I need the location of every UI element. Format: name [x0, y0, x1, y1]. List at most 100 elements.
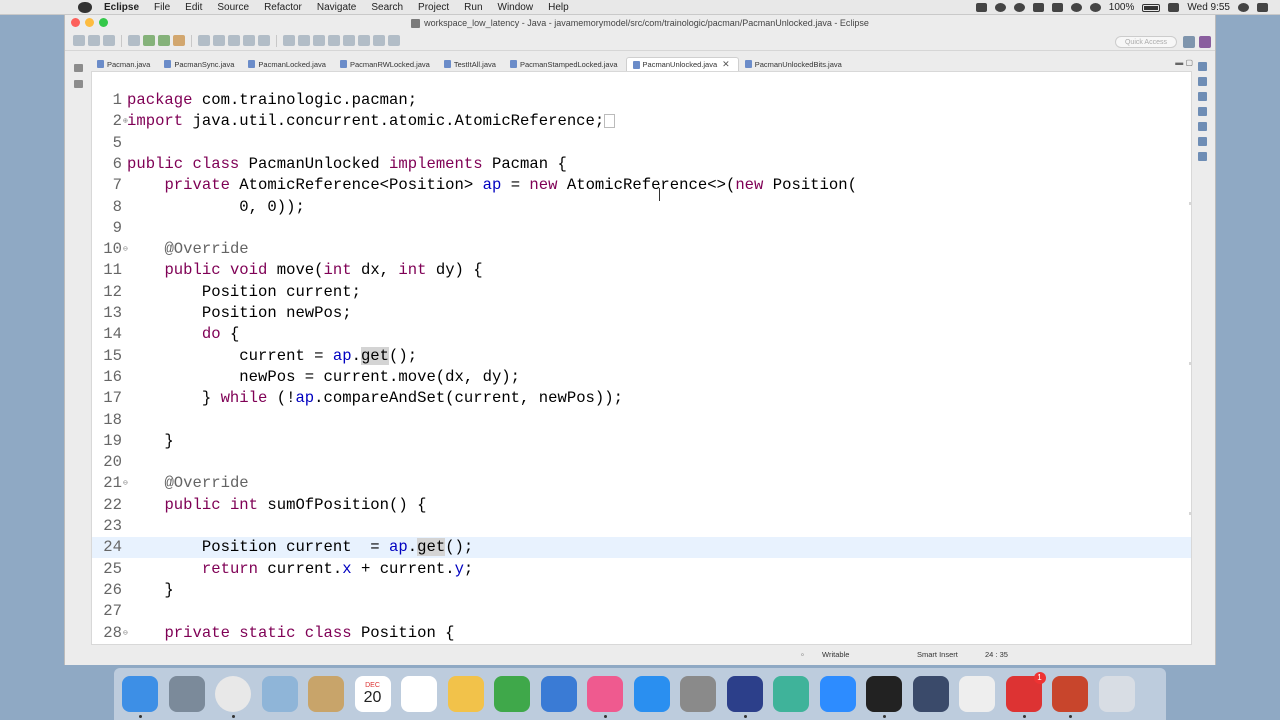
overview-ruler-marker[interactable] — [1189, 512, 1191, 515]
back-icon[interactable] — [373, 35, 385, 46]
overview-ruler-marker[interactable] — [1189, 362, 1191, 365]
menu-project[interactable]: Project — [418, 2, 449, 13]
code-line[interactable]: 6 public class PacmanUnlocked implements … — [92, 154, 1191, 175]
forward-icon[interactable] — [388, 35, 400, 46]
code-line[interactable]: 22 public int sumOfPosition() { — [92, 495, 1191, 516]
search-icon[interactable] — [258, 35, 270, 46]
tab-pacman-sync[interactable]: PacmanSync.java — [158, 57, 242, 71]
code-line[interactable]: 25 return current.x + current.y; — [92, 559, 1191, 580]
block-selection-icon[interactable] — [313, 35, 325, 46]
open-perspective-icon[interactable] — [1183, 36, 1195, 48]
save-icon[interactable] — [88, 35, 100, 46]
menu-window[interactable]: Window — [498, 2, 534, 13]
code-line[interactable]: 21 ⊖ @Override — [92, 473, 1191, 494]
open-type-icon[interactable] — [243, 35, 255, 46]
terminal-icon[interactable] — [866, 676, 902, 712]
code-line[interactable]: 29 public final int x; — [92, 644, 1191, 645]
menu-help[interactable]: Help — [548, 2, 569, 13]
external-tools-icon[interactable] — [173, 35, 185, 46]
system-preferences-icon[interactable] — [680, 676, 716, 712]
code-line[interactable]: 24 Position current = ap.get(); — [92, 537, 1191, 559]
restore-icon[interactable] — [73, 64, 83, 72]
notification-center-icon[interactable] — [1257, 3, 1268, 12]
new-class-icon[interactable] — [228, 35, 240, 46]
code-line[interactable]: 23 — [92, 516, 1191, 537]
keynote-icon[interactable] — [540, 676, 577, 712]
apple-icon[interactable] — [78, 1, 92, 13]
display-icon[interactable] — [1051, 3, 1063, 12]
code-line[interactable]: 1 package com.trainologic.pacman; — [92, 90, 1191, 111]
print-icon[interactable] — [128, 35, 140, 46]
dropbox-icon[interactable] — [975, 3, 987, 12]
minimize-window-button[interactable] — [85, 18, 94, 27]
tab-pacman[interactable]: Pacman.java — [91, 57, 158, 71]
menu-run[interactable]: Run — [464, 2, 482, 13]
maximize-window-button[interactable] — [99, 18, 108, 27]
battery-icon[interactable] — [1142, 3, 1161, 12]
launchpad-icon[interactable] — [168, 676, 205, 712]
code-line[interactable]: 12 Position current; — [92, 282, 1191, 303]
package-explorer-icon[interactable] — [73, 80, 83, 88]
close-tab-icon[interactable]: ✕ — [722, 59, 730, 70]
declaration-icon[interactable] — [1197, 137, 1207, 146]
calendar-icon[interactable]: DEC 20 — [354, 676, 391, 712]
code-line[interactable]: 17 } while (!ap.compareAndSet(current, n… — [92, 388, 1191, 409]
previous-annotation-icon[interactable] — [343, 35, 355, 46]
code-editor[interactable]: 1 package com.trainologic.pacman; 2 ⊕ import… — [91, 71, 1192, 645]
textedit-icon[interactable] — [959, 676, 995, 712]
code-line[interactable]: 16 newPos = current.move(dx, dy); — [92, 367, 1191, 388]
keyboard-input-icon[interactable] — [1168, 3, 1180, 12]
tab-pacman-rwlocked[interactable]: PacmanRWLocked.java — [334, 57, 438, 71]
code-line[interactable]: 14 do { — [92, 324, 1191, 345]
diablo-icon[interactable] — [912, 676, 949, 712]
show-whitespace-icon[interactable] — [298, 35, 310, 46]
numbers-icon[interactable] — [494, 676, 530, 712]
eclipse-icon[interactable] — [726, 676, 763, 712]
close-window-button[interactable] — [71, 18, 80, 27]
notes-folder-icon[interactable] — [308, 676, 344, 712]
quick-access-input[interactable]: Quick Access — [1115, 36, 1177, 48]
console-icon[interactable] — [1197, 152, 1207, 161]
wifi-icon[interactable] — [1089, 3, 1101, 12]
trash-icon[interactable] — [1098, 676, 1135, 712]
itunes-icon[interactable] — [587, 676, 623, 712]
task-list-icon[interactable] — [1197, 77, 1207, 86]
new-java-project-icon[interactable] — [198, 35, 210, 46]
code-line[interactable]: 7 private AtomicReference<Position> ap =… — [92, 175, 1191, 196]
code-line[interactable]: 26 } — [92, 580, 1191, 601]
spotlight-icon[interactable] — [1238, 3, 1249, 12]
java-perspective-icon[interactable] — [1199, 36, 1211, 48]
outline-icon[interactable] — [1197, 92, 1207, 101]
problems-icon[interactable] — [1197, 107, 1207, 116]
time-machine-icon[interactable] — [1070, 3, 1082, 12]
preview-icon[interactable] — [261, 676, 298, 712]
menu-navigate[interactable]: Navigate — [317, 2, 356, 13]
shield-icon[interactable] — [1032, 3, 1044, 12]
location-icon[interactable] — [1013, 3, 1025, 12]
code-line[interactable]: 9 — [92, 218, 1191, 239]
photos-icon[interactable] — [447, 676, 484, 712]
code-line[interactable]: 28 ⊖ private static class Position { — [92, 623, 1191, 644]
menu-source[interactable]: Source — [217, 2, 249, 13]
tab-pacman-unlocked-bits[interactable]: PacmanUnlockedBits.java — [739, 57, 850, 71]
atom-icon[interactable] — [773, 676, 809, 712]
menu-search[interactable]: Search — [371, 2, 403, 13]
tab-pacman-unlocked[interactable]: PacmanUnlocked.java ✕ — [625, 57, 739, 71]
code-line[interactable]: 15 current = ap.get(); — [92, 346, 1191, 367]
finder-icon[interactable] — [122, 676, 158, 712]
code-line[interactable]: 11 public void move(int dx, int dy) { — [92, 260, 1191, 281]
save-all-icon[interactable] — [103, 35, 115, 46]
overview-ruler-marker[interactable] — [1189, 202, 1191, 205]
debug-icon[interactable] — [143, 35, 155, 46]
powerpoint-icon[interactable] — [1052, 676, 1088, 712]
new-package-icon[interactable] — [213, 35, 225, 46]
tab-test-it-all[interactable]: TestItAll.java — [438, 57, 504, 71]
reminders-icon[interactable] — [401, 676, 437, 712]
tab-pacman-stamped-locked[interactable]: PacmanStampedLocked.java — [504, 57, 626, 71]
code-line[interactable]: 8 0, 0)); — [92, 197, 1191, 218]
code-line[interactable]: 20 — [92, 452, 1191, 473]
menu-file[interactable]: File — [154, 2, 170, 13]
code-line[interactable]: 18 — [92, 410, 1191, 431]
menu-edit[interactable]: Edit — [185, 2, 202, 13]
code-line[interactable]: 27 — [92, 601, 1191, 622]
